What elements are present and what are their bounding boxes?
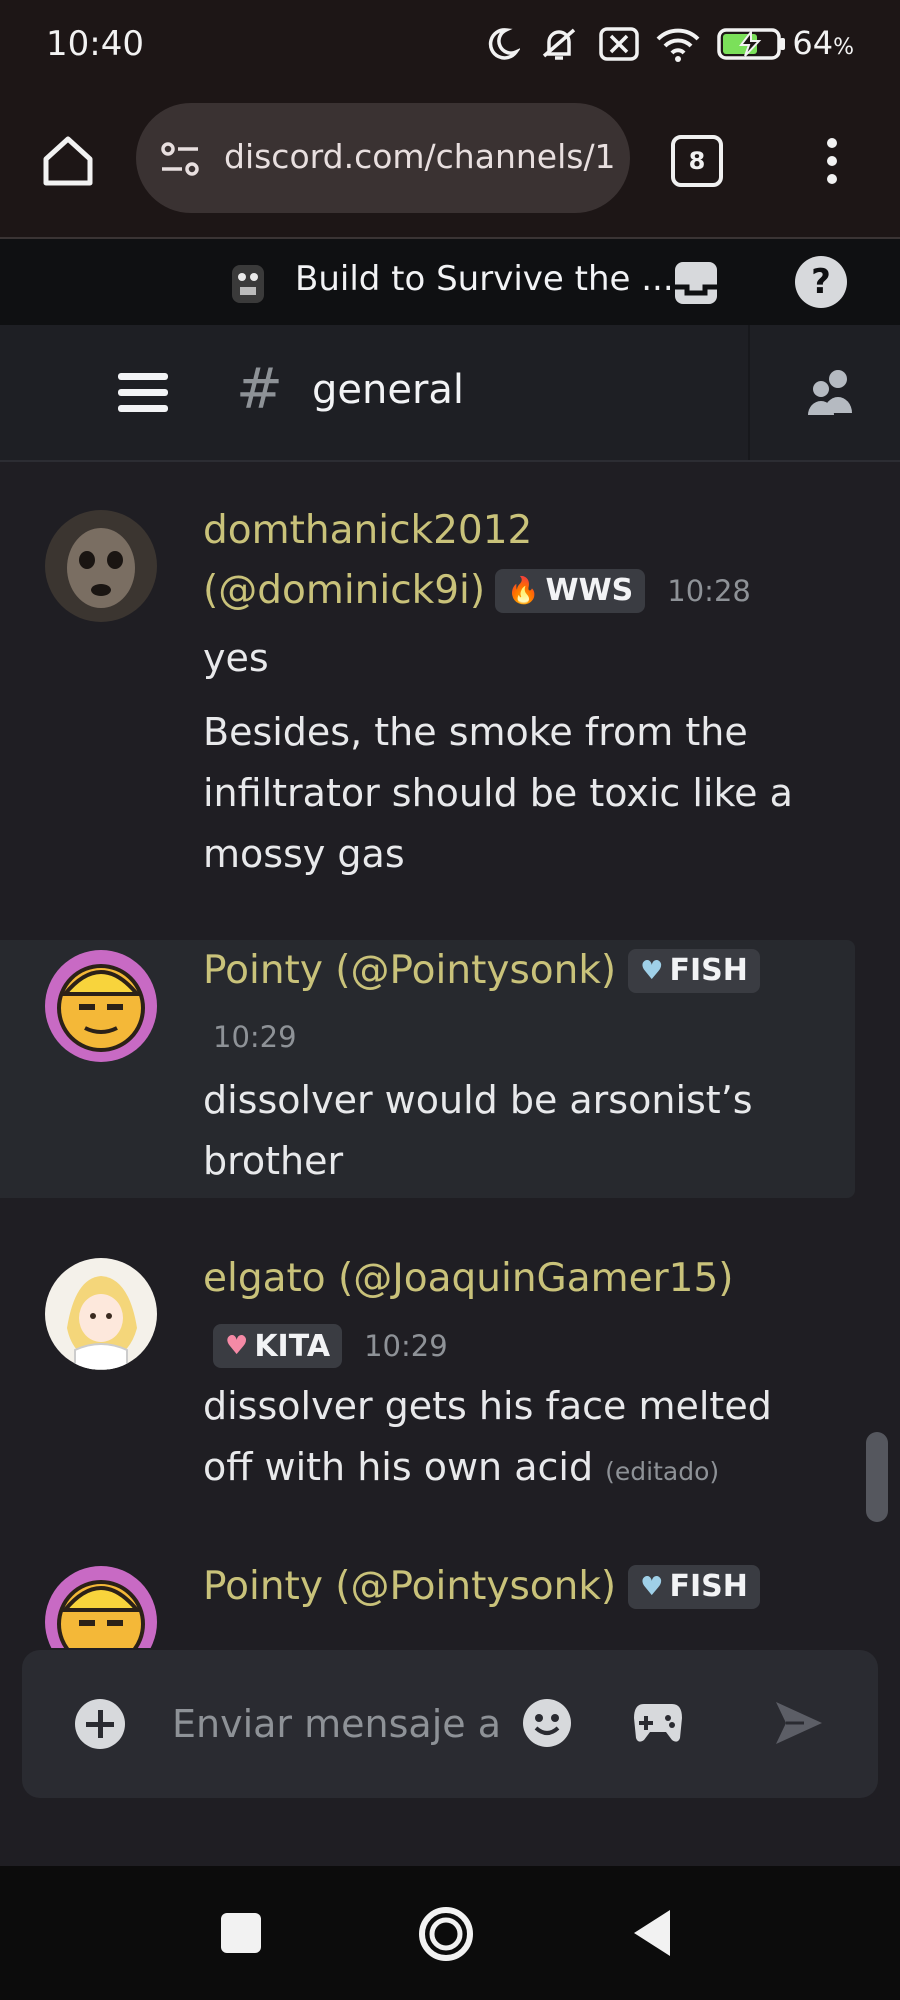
channel-header: # general — [0, 325, 900, 462]
channel-hash-icon: # — [236, 357, 283, 422]
edited-label: (editado) — [605, 1457, 720, 1486]
role-badge[interactable]: ♥ FISH — [628, 948, 760, 993]
message-item[interactable]: Pointy (@Pointysonk) ♥ FISH — [0, 1560, 900, 1648]
heart-icon: ♥ — [225, 1331, 249, 1361]
address-bar[interactable]: discord.com/channels/1 — [136, 103, 630, 213]
badge-label: KITA — [254, 1328, 331, 1364]
message-item[interactable]: domthanick2012 (@dominick9i) 🔥 WWS 10:28… — [0, 500, 900, 900]
message-text: Besides, the smoke from the infiltrator … — [203, 710, 793, 876]
muted-bell-icon — [534, 22, 584, 66]
author-name[interactable]: domthanick2012 — [203, 508, 532, 553]
heart-icon: ♥ — [640, 955, 664, 986]
message-input[interactable]: Enviar mensaje a — [172, 1702, 501, 1746]
hamburger-menu-icon[interactable] — [116, 371, 170, 415]
inbox-icon[interactable] — [670, 257, 722, 309]
heart-icon: ♥ — [640, 1571, 664, 1602]
emoji-icon[interactable] — [522, 1698, 572, 1748]
help-icon[interactable]: ? — [794, 255, 848, 309]
svg-text:?: ? — [811, 262, 831, 302]
no-sim-icon — [596, 22, 642, 66]
badge-label: FISH — [669, 1569, 748, 1604]
badge-label: WWS — [545, 573, 634, 608]
moon-icon — [482, 22, 522, 66]
author-line: Pointy (@Pointysonk) ♥ FISH — [203, 1564, 760, 1609]
timestamp: 10:28 — [667, 573, 751, 608]
author-line: ♥ KITA 10:29 — [213, 1324, 448, 1368]
site-settings-icon[interactable] — [156, 135, 204, 183]
url-text: discord.com/channels/1 — [224, 137, 616, 176]
add-attachment-icon[interactable] — [74, 1698, 126, 1750]
timestamp: 10:29 — [213, 1020, 297, 1054]
author-line: Pointy (@Pointysonk) ♥ FISH — [203, 948, 760, 993]
server-icon[interactable] — [222, 257, 274, 309]
home-button[interactable] — [418, 1906, 474, 1962]
scrollbar-thumb[interactable] — [866, 1432, 888, 1522]
member-list-icon[interactable] — [804, 367, 860, 419]
flame-icon: 🔥 — [507, 575, 540, 606]
system-navigation-bar — [0, 1866, 900, 2000]
badge-label: FISH — [669, 953, 748, 988]
send-icon[interactable] — [774, 1700, 824, 1746]
author-line: (@dominick9i) 🔥 WWS 10:28 — [203, 568, 751, 613]
server-header: Build to Survive the ... ? — [0, 239, 900, 325]
message-text: yes — [203, 636, 269, 680]
more-options-icon[interactable] — [822, 131, 842, 191]
message-item[interactable]: Pointy (@Pointysonk) ♥ FISH 10:29 dissol… — [0, 940, 855, 1198]
role-badge[interactable]: ♥ KITA — [213, 1324, 343, 1368]
author-name[interactable]: Pointy (@Pointysonk) — [203, 1564, 616, 1609]
role-badge[interactable]: ♥ FISH — [628, 1564, 760, 1609]
battery-percent: 64% — [792, 24, 854, 62]
back-button[interactable] — [632, 1908, 672, 1958]
message-text: dissolver gets his face melted off with … — [203, 1376, 803, 1502]
timestamp: 10:29 — [364, 1329, 448, 1363]
author-handle[interactable]: (@dominick9i) — [203, 568, 485, 613]
recents-button[interactable] — [221, 1913, 261, 1953]
server-name[interactable]: Build to Survive the ... — [295, 259, 674, 299]
browser-toolbar: discord.com/channels/1 8 — [0, 95, 900, 239]
home-icon[interactable] — [38, 131, 98, 191]
author-name[interactable]: Pointy (@Pointysonk) — [203, 948, 616, 993]
status-bar: 10:40 64% — [0, 0, 900, 95]
avatar[interactable] — [45, 950, 157, 1062]
battery-charging-icon — [716, 22, 788, 66]
role-badge[interactable]: 🔥 WWS — [495, 568, 646, 613]
channel-name: general — [312, 367, 465, 413]
message-composer: Enviar mensaje a — [22, 1650, 878, 1798]
gamepad-icon[interactable] — [632, 1700, 684, 1746]
message-item[interactable]: elgato (@JoaquinGamer15) ♥ KITA 10:29 di… — [0, 1250, 900, 1500]
avatar[interactable] — [45, 1566, 157, 1648]
message-text: dissolver would be arsonist’s brother — [203, 1078, 753, 1183]
tab-switcher-button[interactable]: 8 — [671, 135, 723, 187]
status-time: 10:40 — [46, 24, 144, 64]
author-name[interactable]: elgato (@JoaquinGamer15) — [203, 1256, 734, 1301]
header-divider — [748, 325, 750, 460]
avatar[interactable] — [45, 510, 157, 622]
wifi-icon — [652, 22, 704, 66]
avatar[interactable] — [45, 1258, 157, 1370]
